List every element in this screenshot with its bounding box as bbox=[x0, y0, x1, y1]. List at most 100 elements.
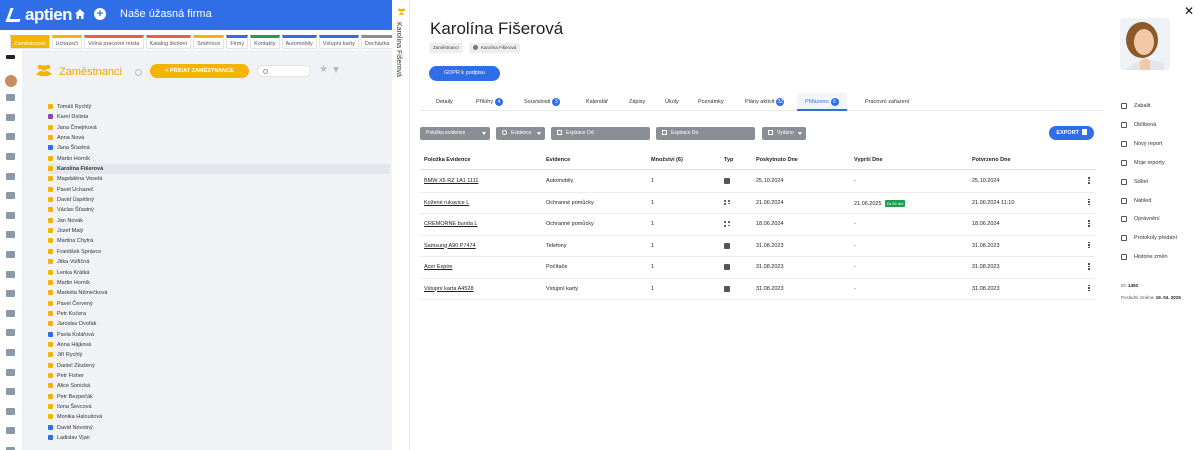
add-icon[interactable]: + bbox=[94, 8, 106, 20]
avatar[interactable] bbox=[5, 74, 17, 87]
more-options-icon[interactable] bbox=[1088, 177, 1090, 186]
employee-row[interactable]: David Novotný bbox=[48, 423, 390, 433]
action-náhled[interactable]: Náhled bbox=[1121, 196, 1151, 206]
employee-row[interactable]: Markéta Němečková bbox=[48, 288, 390, 298]
table-icon[interactable] bbox=[6, 368, 15, 376]
employee-row[interactable]: Anna Hájková bbox=[48, 340, 390, 350]
action-zabalit[interactable]: Zabalit bbox=[1121, 101, 1151, 111]
tab-7[interactable]: Automobily bbox=[281, 35, 317, 49]
employee-row[interactable]: Václav Šťastný bbox=[48, 205, 390, 215]
document-icon[interactable] bbox=[6, 211, 15, 219]
employee-row[interactable]: Ladislav Vjan bbox=[48, 433, 390, 443]
item-link[interactable]: CREMORNE bunda L bbox=[424, 221, 478, 227]
employee-row[interactable]: Jana Šťastná bbox=[48, 143, 390, 153]
tab-plány-aktivit[interactable]: Plány aktivit 32 bbox=[737, 93, 792, 111]
employee-row[interactable]: Lenka Krátká bbox=[48, 268, 390, 278]
tab-souvislosti[interactable]: Souvislosti 3 bbox=[516, 93, 568, 111]
more-options-icon[interactable] bbox=[1088, 198, 1090, 208]
employee-row[interactable]: Jitka Volfíčná bbox=[48, 257, 390, 267]
search-input[interactable] bbox=[257, 65, 311, 77]
employee-row[interactable]: Ilona Ševcová bbox=[48, 402, 390, 412]
tab-3[interactable]: Katalog školení bbox=[145, 35, 192, 49]
employee-row[interactable]: David Úspěšný bbox=[48, 195, 390, 205]
column-header[interactable]: Poskytnuto Dne bbox=[756, 157, 798, 163]
employee-row[interactable]: Jan Novák bbox=[48, 216, 390, 226]
bulb-icon[interactable] bbox=[6, 113, 15, 121]
employee-row[interactable]: Karel Dolista bbox=[48, 112, 390, 122]
employee-row[interactable]: Petr Kučera bbox=[48, 309, 390, 319]
action-oblíbená[interactable]: Oblíbená bbox=[1121, 120, 1156, 130]
tab-6[interactable]: Kontakty bbox=[250, 35, 280, 49]
star-icon[interactable] bbox=[6, 192, 15, 200]
employee-row[interactable]: Magdaléna Veselá bbox=[48, 174, 390, 184]
calendar-icon[interactable] bbox=[6, 153, 15, 160]
tab-4[interactable]: Směrnice bbox=[193, 35, 225, 49]
employee-row[interactable]: Pavla Kolářová bbox=[48, 330, 390, 340]
more-options-icon[interactable] bbox=[1088, 263, 1090, 272]
home-icon[interactable] bbox=[6, 94, 15, 102]
item-link[interactable]: Vstupní karta A4528 bbox=[424, 286, 474, 292]
item-link[interactable]: Samsung A90 P7474 bbox=[424, 243, 476, 249]
user-icon[interactable] bbox=[6, 172, 15, 180]
trash-icon[interactable] bbox=[6, 133, 15, 141]
employee-row[interactable]: Jaroslav Dvořák bbox=[48, 319, 390, 329]
employee-row[interactable]: Anna Nová bbox=[48, 133, 390, 143]
employee-row[interactable]: František Správce bbox=[48, 247, 390, 257]
employee-row[interactable]: Tomáš Rychlý bbox=[48, 102, 390, 112]
table-row[interactable]: CREMORNE bunda L Ochranné pomůcky 1 18.06.2… bbox=[420, 214, 1095, 236]
person-icon[interactable] bbox=[6, 309, 15, 317]
tab-zápisy[interactable]: Zápisy bbox=[621, 93, 653, 111]
item-link[interactable]: BMW X5 RZ 1A1 1111 bbox=[424, 178, 478, 184]
action-sdílet[interactable]: Sdílet bbox=[1121, 177, 1148, 187]
employee-row[interactable]: Petr Bezpečák bbox=[48, 392, 390, 402]
tab-5[interactable]: Firmy bbox=[226, 35, 249, 49]
employee-row[interactable]: Martin Horník bbox=[48, 154, 390, 164]
tab-8[interactable]: Vstupní karty bbox=[318, 35, 359, 49]
action-moje-reporty[interactable]: Moje reporty bbox=[1121, 158, 1165, 168]
tab-0[interactable]: Zaměstnanci bbox=[10, 35, 50, 49]
item-evidence-select[interactable]: Položka evidence bbox=[420, 127, 490, 140]
employee-row[interactable]: Monika Haloušová bbox=[48, 412, 390, 422]
employee-vertical-tab[interactable]: Karolína Fišerová bbox=[392, 0, 410, 450]
employee-row[interactable]: Jana Čmejrková bbox=[48, 123, 390, 133]
employee-row[interactable]: Jiří Rychlý bbox=[48, 350, 390, 360]
arrow-right-icon[interactable] bbox=[6, 55, 15, 59]
book-icon[interactable] bbox=[6, 427, 15, 435]
employee-row[interactable]: Pavel Červený bbox=[48, 299, 390, 309]
table-row[interactable]: Samsung A90 P7474 Telefony 1 31.08.2023 - 31.… bbox=[420, 236, 1095, 257]
item-link[interactable]: Acer Expire bbox=[424, 264, 452, 270]
employee-row[interactable]: Martin Horník bbox=[48, 278, 390, 288]
employee-row[interactable]: Daniel Zkušený bbox=[48, 361, 390, 371]
expiry-to-field[interactable]: Expirace Do bbox=[656, 127, 755, 140]
card-icon[interactable] bbox=[6, 290, 15, 298]
employee-row[interactable]: Karolína Fišerová bbox=[48, 164, 390, 175]
employee-row[interactable]: Alice Sonická bbox=[48, 381, 390, 391]
expiry-from-field[interactable]: Expirace Od bbox=[551, 127, 650, 140]
export-button[interactable]: EXPORT bbox=[1049, 126, 1094, 140]
close-icon[interactable]: ✕ bbox=[1184, 5, 1194, 17]
gdpr-button[interactable]: GDPR k podpisu bbox=[429, 66, 500, 81]
tab-kalendář[interactable]: Kalendář bbox=[578, 93, 616, 111]
home-icon[interactable] bbox=[74, 8, 86, 20]
tab-poznámky[interactable]: Poznámky bbox=[690, 93, 732, 111]
car-icon[interactable] bbox=[6, 231, 15, 239]
tab-detaily[interactable]: Detaily bbox=[428, 93, 461, 111]
breadcrumb-chip[interactable]: Zaměstnanci bbox=[429, 43, 463, 53]
more-options-icon[interactable] bbox=[1088, 284, 1090, 294]
employee-row[interactable]: Pavel Uchazeč bbox=[48, 185, 390, 195]
gear-icon[interactable] bbox=[135, 69, 142, 76]
tab-1[interactable]: Uchazeči bbox=[51, 35, 83, 49]
tab-přiřazeno[interactable]: Přiřazeno 6 bbox=[797, 93, 847, 111]
more-options-icon[interactable] bbox=[1088, 220, 1090, 229]
book-icon[interactable] bbox=[6, 329, 15, 337]
add-employee-button[interactable]: + PŘIDAT ZAMĚSTNANCE bbox=[150, 64, 249, 78]
people-icon[interactable] bbox=[6, 388, 15, 396]
employee-row[interactable]: Petr Fisher bbox=[48, 371, 390, 381]
action-protokoly-předání[interactable]: Protokoly předání bbox=[1121, 233, 1177, 243]
evidence-select[interactable]: Evidence bbox=[496, 127, 545, 140]
settings-icon[interactable] bbox=[6, 270, 15, 278]
star-icon[interactable]: ★ bbox=[319, 64, 328, 76]
tab-pracovní-zařazení[interactable]: Pracovní zařazení bbox=[857, 93, 917, 111]
filter-icon[interactable] bbox=[333, 67, 339, 73]
employee-row[interactable]: Jozef Malý bbox=[48, 226, 390, 236]
